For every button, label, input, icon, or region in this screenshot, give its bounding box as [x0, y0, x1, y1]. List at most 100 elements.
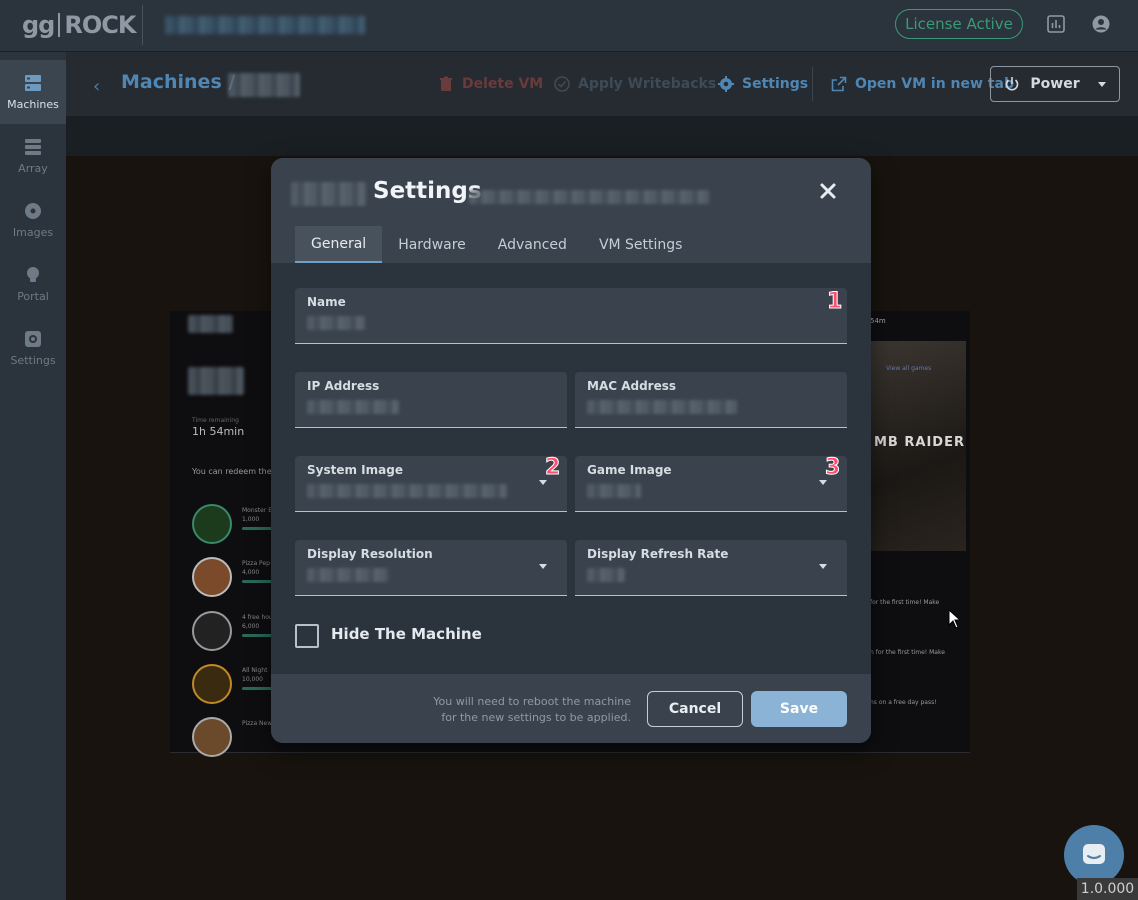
display-refresh-rate-value: [587, 568, 625, 582]
apply-writebacks-button[interactable]: Apply Writebacks: [554, 73, 716, 95]
redacted-machine-id: [469, 190, 709, 204]
cancel-button[interactable]: Cancel: [647, 691, 743, 727]
game-image-select[interactable]: Game Image: [575, 456, 847, 512]
reward-image: [192, 717, 232, 757]
back-arrow-icon[interactable]: ‹: [93, 76, 100, 97]
reward-name: Pizza Pep: [242, 560, 270, 567]
settings-button[interactable]: Settings: [718, 73, 808, 95]
reward-points: 6,000: [242, 623, 260, 630]
tab-vm-settings[interactable]: VM Settings: [583, 226, 699, 263]
chevron-down-icon: [819, 564, 827, 569]
header-divider: [812, 67, 813, 101]
display-resolution-value: [307, 568, 389, 582]
account-circle-icon[interactable]: [1091, 14, 1111, 34]
preview-message: n for the first time! Make: [870, 649, 945, 656]
mac-address-label: MAC Address: [587, 379, 677, 393]
external-link-icon: [831, 76, 847, 92]
chevron-down-icon: [819, 480, 827, 485]
reward-name: All Night: [242, 667, 268, 674]
name-field-label: Name: [307, 295, 346, 309]
redacted-server-name: [165, 16, 365, 34]
preview-message: for the first time! Make: [870, 599, 940, 606]
sidebar-label-machines: Machines: [7, 97, 59, 111]
version-label: 1.0.000: [1077, 878, 1138, 900]
redeem-text: You can redeem thes: [192, 467, 276, 476]
save-button[interactable]: Save: [751, 691, 847, 727]
reward-image: [192, 504, 232, 544]
settings-dialog: Settings General Hardware Advanced VM Se…: [271, 158, 871, 743]
reward-image: [192, 611, 232, 651]
tab-advanced[interactable]: Advanced: [482, 226, 583, 263]
preview-message: ns on a free day pass!: [870, 699, 937, 706]
chat-launcher-button[interactable]: [1064, 825, 1124, 885]
display-refresh-rate-label: Display Refresh Rate: [587, 547, 729, 561]
game-image-value: [587, 484, 641, 498]
redacted-preview-username: [188, 367, 244, 395]
preview-clock: 54m: [870, 317, 886, 325]
display-resolution-select[interactable]: Display Resolution: [295, 540, 567, 596]
dialog-title: Settings: [373, 178, 482, 204]
logo-left-text: gg: [22, 11, 55, 39]
redacted-machine-name: [228, 73, 300, 97]
power-icon: [1006, 77, 1019, 91]
chevron-down-icon: [1097, 81, 1106, 87]
ip-address-label: IP Address: [307, 379, 380, 393]
tab-general[interactable]: General: [295, 226, 383, 263]
sidebar-item-machines[interactable]: Machines: [0, 60, 66, 124]
ggrock-logo[interactable]: gg ROCK: [22, 10, 136, 40]
logo-right-text: ROCK: [64, 11, 136, 39]
sidebar-item-array[interactable]: Array: [0, 124, 66, 188]
chevron-down-icon: [539, 480, 547, 485]
redacted-preview-header: [188, 315, 233, 333]
sidebar-item-portal[interactable]: Portal: [0, 252, 66, 316]
annotation-marker-2: 2: [544, 455, 561, 481]
sidebar-label-portal: Portal: [17, 289, 49, 303]
ip-address-field[interactable]: IP Address: [295, 372, 567, 428]
license-active-badge[interactable]: License Active: [895, 9, 1023, 39]
redacted-machine-name: [291, 182, 366, 206]
mac-address-value: [587, 400, 737, 414]
logo-separator: [58, 13, 61, 37]
bar-chart-icon[interactable]: [1046, 14, 1066, 34]
reward-points: 4,000: [242, 569, 260, 576]
sidebar-item-settings[interactable]: Settings: [0, 316, 66, 380]
open-vm-new-tab-button[interactable]: Open VM in new tab: [831, 73, 1014, 95]
sidebar: Machines Array Images Portal Settings: [0, 52, 66, 900]
name-field-value: [307, 316, 365, 330]
power-dropdown-button[interactable]: Power: [990, 66, 1120, 102]
game-cover-art: View all games MB RAIDER: [870, 341, 966, 551]
tab-hardware[interactable]: Hardware: [382, 226, 482, 263]
top-bar: gg ROCK License Active: [0, 0, 1138, 52]
hide-machine-label[interactable]: Hide The Machine: [331, 625, 482, 643]
apply-writebacks-label: Apply Writebacks: [578, 76, 717, 92]
time-remaining-value: 1h 54min: [192, 425, 245, 438]
annotation-marker-1: 1: [826, 289, 843, 315]
settings-label: Settings: [742, 76, 809, 92]
trash-icon: [440, 76, 452, 91]
sidebar-item-images[interactable]: Images: [0, 188, 66, 252]
game-cover-title: MB RAIDER: [874, 435, 965, 450]
system-image-value: [307, 484, 507, 498]
disc-icon: [25, 202, 41, 219]
display-refresh-rate-select[interactable]: Display Refresh Rate: [575, 540, 847, 596]
reward-image: [192, 557, 232, 597]
toolbar-band: [66, 116, 1138, 156]
name-field[interactable]: Name: [295, 288, 847, 344]
delete-vm-label: Delete VM: [462, 76, 544, 92]
hide-machine-checkbox[interactable]: [295, 624, 319, 648]
ip-address-value: [307, 400, 399, 414]
mac-address-field[interactable]: MAC Address: [575, 372, 847, 428]
chevron-down-icon: [539, 564, 547, 569]
topbar-divider: [142, 5, 143, 45]
reward-name: Monster E: [242, 507, 272, 514]
breadcrumb-machines[interactable]: Machines /: [121, 71, 235, 93]
delete-vm-button[interactable]: Delete VM: [438, 73, 543, 95]
system-image-select[interactable]: System Image: [295, 456, 567, 512]
gear-icon: [718, 76, 734, 92]
close-icon[interactable]: [817, 180, 839, 202]
power-label: Power: [1030, 76, 1080, 92]
lightbulb-icon: [27, 266, 39, 282]
reboot-note: You will need to reboot the machine for …: [411, 694, 631, 726]
reward-image: [192, 664, 232, 704]
view-all-games-link: View all games: [886, 365, 932, 372]
